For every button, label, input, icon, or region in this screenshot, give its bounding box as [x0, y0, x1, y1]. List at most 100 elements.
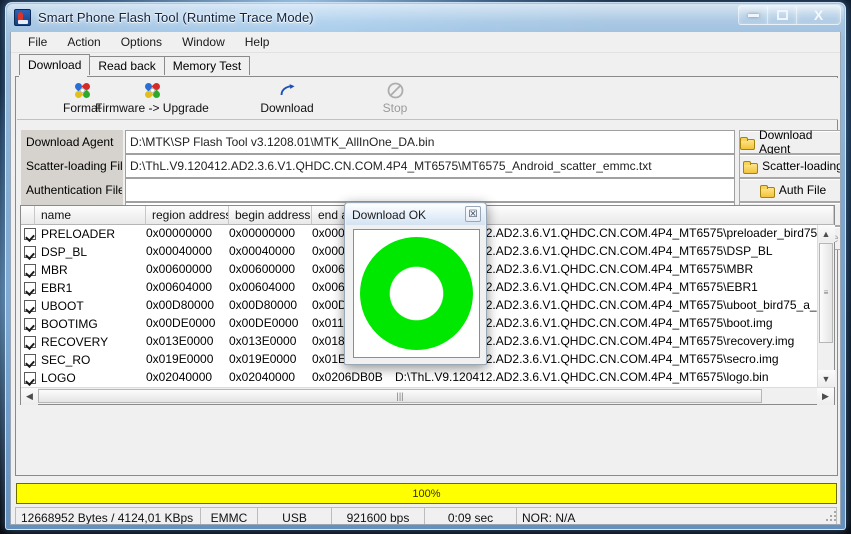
begin-address-cell: 0x00000000 [229, 225, 312, 243]
menu-item-action[interactable]: Action [57, 33, 110, 52]
status-baud-rate: 921600 bps [331, 507, 425, 525]
table-row[interactable]: LOGO0x020400000x020400000x0206DB0BD:\ThL… [21, 369, 817, 387]
authentication-file-label: Authentication File [21, 178, 123, 202]
row-checkbox[interactable] [24, 300, 36, 312]
partition-name-cell: EBR1 [21, 279, 146, 297]
partition-name-cell: DSP_BL [21, 243, 146, 261]
stop-button-label: Stop [335, 101, 455, 115]
scroll-left-icon[interactable]: ◀ [21, 388, 38, 405]
app-icon [14, 9, 31, 26]
region-address-cell: 0x00040000 [146, 243, 229, 261]
toolbar: Format Firmware -> Upgrade Down [17, 78, 838, 120]
scroll-up-icon[interactable]: ▲ [818, 225, 835, 242]
tab-memory-test[interactable]: Memory Test [164, 56, 250, 75]
row-checkbox[interactable] [24, 228, 36, 240]
minimize-button[interactable] [738, 5, 767, 25]
menu-item-file[interactable]: File [18, 33, 57, 52]
progress-bar: 100% [16, 483, 837, 504]
auth-file-browse-button[interactable]: Auth File [739, 178, 841, 202]
row-checkbox[interactable] [24, 282, 36, 294]
vertical-scroll-thumb[interactable]: ≡ [819, 243, 833, 343]
menu-item-options[interactable]: Options [111, 33, 172, 52]
tab-download[interactable]: Download [19, 54, 90, 75]
download-button[interactable]: Download [227, 81, 347, 115]
begin-address-cell: 0x019E0000 [229, 351, 312, 369]
row-checkbox[interactable] [24, 354, 36, 366]
region-address-cell: 0x00DE0000 [146, 315, 229, 333]
title-bar[interactable]: Smart Phone Flash Tool (Runtime Trace Mo… [5, 2, 846, 32]
scroll-right-icon[interactable]: ▶ [817, 388, 834, 405]
partition-name: SEC_RO [41, 352, 90, 369]
close-button[interactable]: X [796, 5, 841, 25]
begin-address-cell: 0x00604000 [229, 279, 312, 297]
column-header-begin-address[interactable]: begin address [229, 206, 312, 225]
window-controls: X [738, 5, 841, 25]
table-horizontal-scrollbar[interactable]: ◀ ||| ▶ [21, 387, 834, 404]
row-checkbox[interactable] [24, 318, 36, 330]
tab-strip: Download Read back Memory Test [11, 53, 840, 75]
progress-label: 100% [412, 488, 440, 500]
menu-item-help[interactable]: Help [235, 33, 280, 52]
menu-bar: File Action Options Window Help [11, 32, 840, 53]
scatter-loading-browse-label: Scatter-loading [762, 159, 841, 173]
menu-item-window[interactable]: Window [172, 33, 235, 52]
firmware-upgrade-button[interactable]: Firmware -> Upgrade [92, 81, 212, 115]
status-bytes-rate: 12668952 Bytes / 4124,01 KBps [15, 507, 201, 525]
tab-read-back[interactable]: Read back [89, 56, 164, 75]
success-ring-icon [360, 237, 473, 350]
download-agent-input[interactable]: D:\MTK\SP Flash Tool v3.1208.01\MTK_AllI… [125, 130, 735, 154]
scroll-down-icon[interactable]: ▼ [818, 370, 835, 387]
resize-grip[interactable] [824, 509, 838, 523]
partition-name: LOGO [41, 370, 76, 387]
region-address-cell: 0x00D80000 [146, 297, 229, 315]
maximize-button[interactable] [767, 5, 796, 25]
row-checkbox[interactable] [24, 246, 36, 258]
window-title: Smart Phone Flash Tool (Runtime Trace Mo… [38, 10, 314, 25]
authentication-file-row: Authentication File Auth File [21, 178, 841, 202]
begin-address-cell: 0x00DE0000 [229, 315, 312, 333]
download-ok-dialog: Download OK ☒ [344, 202, 487, 365]
region-address-cell: 0x00000000 [146, 225, 229, 243]
partition-name-cell: UBOOT [21, 297, 146, 315]
download-agent-browse-button[interactable]: Download Agent [739, 130, 841, 154]
column-header-region-address[interactable]: region address [146, 206, 229, 225]
region-address-cell: 0x02040000 [146, 369, 229, 387]
partition-name: UBOOT [41, 298, 84, 315]
row-checkbox[interactable] [24, 336, 36, 348]
column-header-name[interactable]: name [35, 206, 146, 225]
begin-address-cell: 0x013E0000 [229, 333, 312, 351]
download-arrow-icon [227, 81, 347, 100]
scatter-loading-browse-button[interactable]: Scatter-loading [739, 154, 841, 178]
region-address-cell: 0x013E0000 [146, 333, 229, 351]
download-button-label: Download [227, 101, 347, 115]
begin-address-cell: 0x00040000 [229, 243, 312, 261]
end-address-cell: 0x0206DB0B [312, 369, 395, 387]
folder-open-icon [740, 137, 754, 148]
stop-button: Stop [335, 81, 455, 115]
table-vertical-scrollbar[interactable]: ▲ ≡ ▼ [817, 225, 834, 387]
partition-name-cell: LOGO [21, 369, 146, 387]
authentication-file-input[interactable] [125, 178, 735, 202]
horizontal-scroll-thumb[interactable]: ||| [38, 389, 762, 403]
dialog-close-button[interactable]: ☒ [465, 206, 481, 222]
status-nor: NOR: N/A [516, 507, 837, 525]
region-address-cell: 0x00604000 [146, 279, 229, 297]
status-elapsed-time: 0:09 sec [424, 507, 517, 525]
status-storage-type: EMMC [200, 507, 258, 525]
grip-icon: ||| [396, 391, 403, 401]
begin-address-cell: 0x00D80000 [229, 297, 312, 315]
location-cell: D:\ThL.V9.120412.AD2.3.6.V1.QHDC.CN.COM.… [395, 369, 817, 387]
dialog-title-bar[interactable]: Download OK ☒ [346, 204, 485, 225]
partition-name-cell: BOOTIMG [21, 315, 146, 333]
region-address-cell: 0x00600000 [146, 261, 229, 279]
folder-open-icon [743, 161, 757, 172]
column-header-checkbox[interactable] [21, 206, 35, 225]
row-checkbox[interactable] [24, 264, 36, 276]
scatter-loading-input[interactable]: D:\ThL.V9.120412.AD2.3.6.V1.QHDC.CN.COM.… [125, 154, 735, 178]
row-checkbox[interactable] [24, 372, 36, 384]
minimize-icon [748, 14, 759, 17]
scatter-loading-row: Scatter-loading File D:\ThL.V9.120412.AD… [21, 154, 841, 178]
auth-file-browse-label: Auth File [779, 183, 826, 197]
download-agent-browse-label: Download Agent [759, 128, 841, 156]
begin-address-cell: 0x02040000 [229, 369, 312, 387]
